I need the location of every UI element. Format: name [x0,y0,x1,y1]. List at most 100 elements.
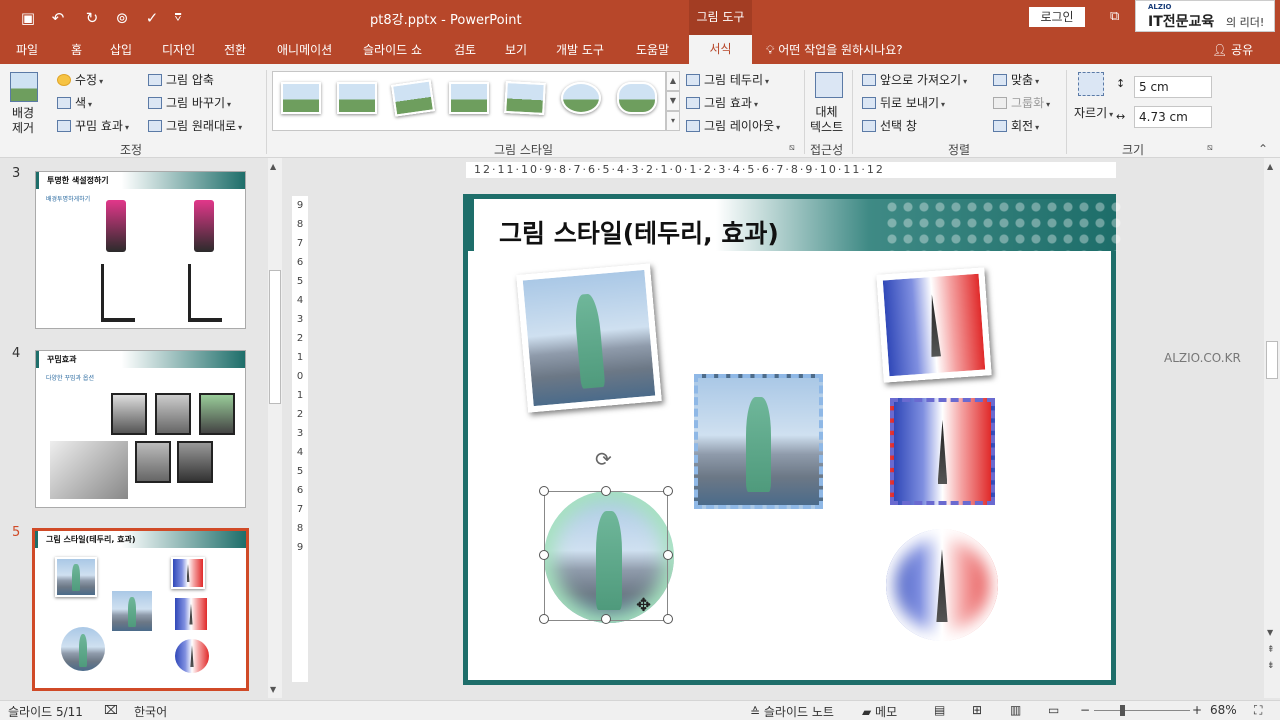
resize-handle[interactable] [601,486,611,496]
gallery-more-arrow[interactable]: ▾ [666,111,680,131]
spellcheck-icon[interactable]: ⌧ [104,703,118,717]
scroll-up-icon[interactable]: ▲ [1267,162,1273,171]
rotate-handle-icon[interactable]: ⟳ [595,447,612,471]
resize-handle[interactable] [663,614,673,624]
tab-animations[interactable]: 애니메이션 [277,41,332,58]
fit-to-window-icon[interactable]: ⛶ [1254,703,1262,718]
slide-thumbnail[interactable]: 투명한 색설정하기 배경투명하게하기 [35,171,246,329]
tab-help[interactable]: 도움말 [636,41,669,58]
compress-pictures-button[interactable]: 그림 압축 [148,71,214,88]
gallery-down-arrow[interactable]: ▼ [666,91,680,111]
remove-background-button[interactable]: 배경 제거 [12,106,34,136]
style-thumb[interactable] [449,82,489,114]
picture-layout-button[interactable]: 그림 레이아웃 ▾ [686,117,780,134]
crop-button[interactable]: 자르기 ▾ [1074,104,1113,121]
zoom-level[interactable]: 68% [1210,703,1237,717]
align-button[interactable]: 맞춤 ▾ [993,71,1039,88]
alzio-banner[interactable]: ALZIO IT전문교육 의 리더! [1135,0,1275,32]
customize-qat-icon[interactable]: ⩢ [168,8,188,28]
resize-handle[interactable] [663,486,673,496]
style-thumb[interactable] [617,82,657,114]
tab-view[interactable]: 보기 [505,41,527,58]
tab-developer[interactable]: 개발 도구 [556,41,604,58]
style-thumb[interactable] [281,82,321,114]
send-backward-button[interactable]: 뒤로 보내기 ▾ [862,94,945,111]
zoom-out-icon[interactable]: − [1080,703,1090,717]
liberty-photo-polaroid[interactable] [516,263,662,413]
next-slide-icon[interactable]: ⇟ [1267,661,1275,671]
zoom-slider[interactable] [1094,710,1190,711]
slide-thumbnail-selected[interactable]: 그림 스타일(테두리, 효과) [32,528,249,691]
resize-handle[interactable] [539,614,549,624]
bring-forward-button[interactable]: 앞으로 가져오기 ▾ [862,71,967,88]
ribbon-display-options-icon[interactable]: ⧉ [1110,9,1119,24]
reset-picture-button[interactable]: 그림 원래대로 ▾ [148,117,242,134]
change-picture-button[interactable]: 그림 바꾸기 ▾ [148,94,231,111]
zoom-slider-thumb[interactable] [1120,705,1125,716]
tab-transitions[interactable]: 전환 [224,41,246,58]
reading-view-icon[interactable]: ▥ [1010,703,1021,717]
resize-handle[interactable] [539,550,549,560]
zoom-in-icon[interactable]: + [1192,703,1202,717]
alt-text-button[interactable]: 대체 텍스트 [810,105,843,135]
width-input[interactable]: 4.73 cm [1134,106,1212,128]
picture-border-button[interactable]: 그림 테두리 ▾ [686,71,769,88]
present-icon[interactable]: ⊚ [112,8,132,28]
tab-slideshow[interactable]: 슬라이드 쇼 [363,41,422,58]
picture-styles-gallery[interactable] [272,71,666,131]
gallery-up-arrow[interactable]: ▲ [666,71,680,91]
style-thumb[interactable] [561,82,601,114]
slideshow-view-icon[interactable]: ▭ [1048,703,1059,717]
corrections-button[interactable]: 수정 ▾ [57,71,103,88]
picture-effects-button[interactable]: 그림 효과 ▾ [686,94,758,111]
thumbnail-scrollbar[interactable]: ▲ ▼ [268,158,282,698]
language-indicator[interactable]: 한국어 [134,703,167,720]
normal-view-icon[interactable]: ▤ [934,703,945,717]
rotate-button[interactable]: 회전 ▾ [993,117,1039,134]
tab-file[interactable]: 파일 [16,41,38,58]
editor-scrollbar[interactable]: ▲ ▼ ⇞ ⇟ [1264,158,1280,698]
tell-me-box[interactable]: 💡︎ 어떤 작업을 원하시나요? [766,41,903,58]
save-icon[interactable]: ▣ [18,8,38,28]
dialog-launcher-icon[interactable]: ⧅ [789,143,795,153]
login-button[interactable]: 로그인 [1029,7,1085,27]
scrollbar-thumb[interactable] [1266,341,1278,379]
tab-home[interactable]: 홈 [71,41,82,58]
spelling-icon[interactable]: ✓ [142,8,162,28]
redo-icon[interactable]: ↻ [82,8,102,28]
comments-button[interactable]: ▰ 메모 [862,703,897,720]
resize-handle[interactable] [601,614,611,624]
scroll-down-icon[interactable]: ▼ [270,685,276,694]
tab-review[interactable]: 검토 [454,41,476,58]
resize-handle[interactable] [539,486,549,496]
paris-photo-frame[interactable] [876,267,992,383]
share-button[interactable]: 👤︎ 공유 [1212,41,1253,58]
collapse-ribbon-icon[interactable]: ⌃ [1258,142,1268,156]
scroll-down-icon[interactable]: ▼ [1267,628,1273,637]
height-input[interactable]: 5 cm [1134,76,1212,98]
tab-insert[interactable]: 삽입 [110,41,132,58]
resize-handle[interactable] [663,550,673,560]
group-button[interactable]: 그룹화 ▾ [993,94,1050,111]
scroll-up-icon[interactable]: ▲ [270,162,276,171]
liberty-photo-dashed-border[interactable] [694,374,823,509]
slide-canvas[interactable]: 그림 스타일(테두리, 효과) ⟳ ✥ [463,194,1124,685]
paris-photo-soft-oval[interactable] [886,529,998,641]
size-dialog-launcher-icon[interactable]: ⧅ [1207,143,1213,153]
style-thumb[interactable] [504,80,546,116]
selection-pane-button[interactable]: 선택 창 [862,117,917,134]
artistic-effects-button[interactable]: 꾸밈 효과 ▾ [57,117,129,134]
slide-title[interactable]: 그림 스타일(테두리, 효과) [499,214,779,250]
slide-sorter-icon[interactable]: ⊞ [972,703,982,717]
slide-thumbnail[interactable]: 꾸밈효과 다양한 꾸밈과 옵션 [35,350,246,508]
tab-format[interactable]: 서식 [689,35,752,64]
paris-photo-dashed-border[interactable] [890,398,995,505]
notes-button[interactable]: ≙ 슬라이드 노트 [750,703,834,720]
previous-slide-icon[interactable]: ⇞ [1267,645,1275,655]
style-thumb[interactable] [337,82,377,114]
tab-design[interactable]: 디자인 [162,41,195,58]
undo-icon[interactable]: ↶ [48,8,68,28]
style-thumb[interactable] [390,79,436,117]
scrollbar-thumb[interactable] [269,270,281,404]
color-button[interactable]: 색 ▾ [57,94,92,111]
